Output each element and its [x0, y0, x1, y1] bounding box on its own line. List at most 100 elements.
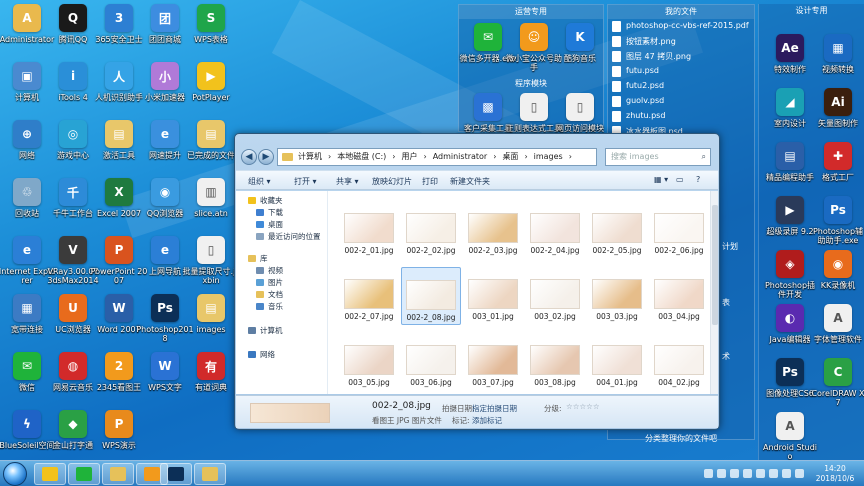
- tray-icon-1[interactable]: [704, 469, 713, 478]
- start-button[interactable]: [3, 462, 27, 486]
- file-item[interactable]: 003_07.jpg: [463, 333, 523, 391]
- nav-pictures[interactable]: 图片: [256, 277, 283, 288]
- taskbar-images-button[interactable]: [194, 463, 226, 485]
- vertical-scrollbar[interactable]: [710, 191, 718, 394]
- details-date-value[interactable]: 指定拍摄日期: [472, 403, 517, 414]
- design-icon-6[interactable]: ▶ 超级录屏 9.2: [763, 196, 817, 256]
- nav-music[interactable]: 音乐: [256, 301, 283, 312]
- volume-icon[interactable]: [782, 469, 791, 478]
- document-item[interactable]: 按钮素材.png: [608, 34, 754, 49]
- fence-app-2[interactable]: K 酷狗音乐: [553, 23, 607, 83]
- breadcrumb-segment[interactable]: Administrator: [433, 152, 488, 161]
- file-item[interactable]: 003_05.jpg: [339, 333, 399, 391]
- breadcrumb-separator-icon[interactable]: ›: [493, 152, 496, 161]
- file-item[interactable]: 003_02.jpg: [525, 267, 585, 325]
- breadcrumb-separator-icon[interactable]: ›: [392, 152, 395, 161]
- file-item[interactable]: 002-2_06.jpg: [649, 201, 709, 259]
- open-button[interactable]: 打开 ▾: [294, 176, 317, 187]
- breadcrumb-segment[interactable]: 计算机: [298, 152, 322, 161]
- nav-libraries[interactable]: 库: [248, 253, 268, 264]
- file-item[interactable]: 002-2_05.jpg: [587, 201, 647, 259]
- desktop-icon-24[interactable]: ▯ 批量提取尺寸.jsxbin: [183, 236, 239, 296]
- view-options-icon[interactable]: ▦ ▾: [654, 175, 668, 184]
- nav-desktop[interactable]: 桌面: [256, 219, 283, 230]
- file-item[interactable]: 003_04.jpg: [649, 267, 709, 325]
- tray-icon-4[interactable]: [743, 469, 752, 478]
- design-icon-9[interactable]: ◉ KK录像机: [811, 250, 864, 310]
- design-icon-10[interactable]: ◐ Java编辑器: [763, 304, 817, 364]
- address-bar[interactable]: 计算机 › 本地磁盘 (C:) › 用户 › Administrator › 桌面 › images…: [277, 148, 597, 166]
- tray-icon-2[interactable]: [717, 469, 726, 478]
- desktop-icon-34[interactable]: 有有道词典: [184, 352, 238, 412]
- file-item[interactable]: 003_06.jpg: [401, 333, 461, 391]
- breadcrumb-segment[interactable]: 用户: [401, 152, 417, 161]
- breadcrumb-separator-icon[interactable]: ›: [423, 152, 426, 161]
- file-item[interactable]: 003_08.jpg: [525, 333, 585, 391]
- breadcrumb-separator-icon[interactable]: ›: [569, 152, 572, 161]
- preview-pane-icon[interactable]: ▭: [676, 175, 684, 184]
- desktop-icon-9[interactable]: ▶ PotPlayer: [184, 62, 238, 122]
- design-icon-13[interactable]: C CorelDRAW X7: [811, 358, 864, 418]
- explorer-window[interactable]: ◀ ▶ 计算机 › 本地磁盘 (C:) › 用户 › Administrator › 桌面 › im…: [234, 133, 720, 430]
- document-item[interactable]: futu2.psd: [608, 79, 754, 94]
- breadcrumb-segment[interactable]: 本地磁盘 (C:): [337, 152, 386, 161]
- file-item[interactable]: 002-2_02.jpg: [401, 201, 461, 259]
- organize-button[interactable]: 组织 ▾: [248, 176, 271, 187]
- file-item[interactable]: 002-2_04.jpg: [525, 201, 585, 259]
- breadcrumb-segment[interactable]: images: [534, 152, 563, 161]
- taskbar-qq-button[interactable]: [34, 463, 66, 485]
- share-button[interactable]: 共享 ▾: [336, 176, 359, 187]
- breadcrumb-separator-icon[interactable]: ›: [524, 152, 527, 161]
- nav-downloads[interactable]: 下载: [256, 207, 283, 218]
- back-button[interactable]: ◀: [241, 149, 257, 165]
- desktop-icon-19[interactable]: ▥ slice.atn: [184, 178, 238, 238]
- file-item[interactable]: 004_01.jpg: [587, 333, 647, 391]
- breadcrumb-separator-icon[interactable]: ›: [328, 152, 331, 161]
- design-icon-5[interactable]: ✚ 格式工厂: [811, 142, 864, 202]
- details-tags-value[interactable]: 添加标记: [472, 415, 502, 426]
- tray-icon-5[interactable]: [756, 469, 765, 478]
- nav-videos[interactable]: 视频: [256, 265, 283, 276]
- desktop-icon-29[interactable]: ▤ images: [184, 294, 238, 354]
- design-icon-11[interactable]: A 字体管理软件: [811, 304, 864, 364]
- design-icon-8[interactable]: ◈ Photoshop插件开发: [763, 250, 817, 310]
- file-item[interactable]: 003_03.jpg: [587, 267, 647, 325]
- document-item[interactable]: 图层 47 拷贝.png: [608, 49, 754, 64]
- desktop-icon-14[interactable]: ▤ 已完成的文件: [184, 120, 238, 180]
- network-status-icon[interactable]: [769, 469, 778, 478]
- tray-icon-3[interactable]: [730, 469, 739, 478]
- document-item[interactable]: futu.psd: [608, 64, 754, 79]
- input-method-icon[interactable]: [795, 469, 804, 478]
- help-icon[interactable]: ?: [696, 175, 700, 184]
- nav-favorites[interactable]: 收藏夹: [248, 195, 283, 206]
- document-item[interactable]: photoshop-cc-vbs-ref-2015.pdf: [608, 19, 754, 34]
- design-icon-2[interactable]: ◢ 室内设计: [763, 88, 817, 148]
- forward-button[interactable]: ▶: [258, 149, 274, 165]
- file-item[interactable]: 003_01.jpg: [463, 267, 523, 325]
- file-item[interactable]: 002-2_08.jpg: [401, 267, 461, 325]
- clock[interactable]: 14:20 2018/10/6: [810, 464, 860, 484]
- design-icon-3[interactable]: Ai 矢量图制作: [811, 88, 864, 148]
- file-item[interactable]: 002-2_07.jpg: [339, 267, 399, 325]
- design-icon-7[interactable]: Ps Photoshop辅助助手.exe: [811, 196, 864, 256]
- document-item[interactable]: zhutu.psd: [608, 109, 754, 124]
- desktop-icon-4[interactable]: S WPS表格: [184, 4, 238, 64]
- scrollbar-thumb[interactable]: [712, 205, 718, 325]
- nav-computer[interactable]: 计算机: [248, 325, 283, 336]
- design-icon-4[interactable]: ▤ 精品编程助手: [763, 142, 817, 202]
- file-item[interactable]: 002-2_01.jpg: [339, 201, 399, 259]
- slideshow-button[interactable]: 放映幻灯片: [372, 176, 412, 187]
- taskbar-photoshop-button[interactable]: [160, 463, 192, 485]
- document-item[interactable]: guolv.psd: [608, 94, 754, 109]
- taskbar-explorer-button[interactable]: [102, 463, 134, 485]
- rating-stars[interactable]: ☆☆☆☆☆: [566, 402, 600, 411]
- nav-network[interactable]: 网络: [248, 349, 275, 360]
- print-button[interactable]: 打印: [422, 176, 438, 187]
- design-icon-0[interactable]: Ae 特效制作: [763, 34, 817, 94]
- nav-recent[interactable]: 最近访问的位置: [256, 231, 321, 242]
- new-folder-button[interactable]: 新建文件夹: [450, 176, 490, 187]
- search-input[interactable]: 搜索 images ⌕: [605, 148, 711, 166]
- file-item[interactable]: 002-2_03.jpg: [463, 201, 523, 259]
- nav-documents[interactable]: 文档: [256, 289, 283, 300]
- file-item[interactable]: 004_02.jpg: [649, 333, 709, 391]
